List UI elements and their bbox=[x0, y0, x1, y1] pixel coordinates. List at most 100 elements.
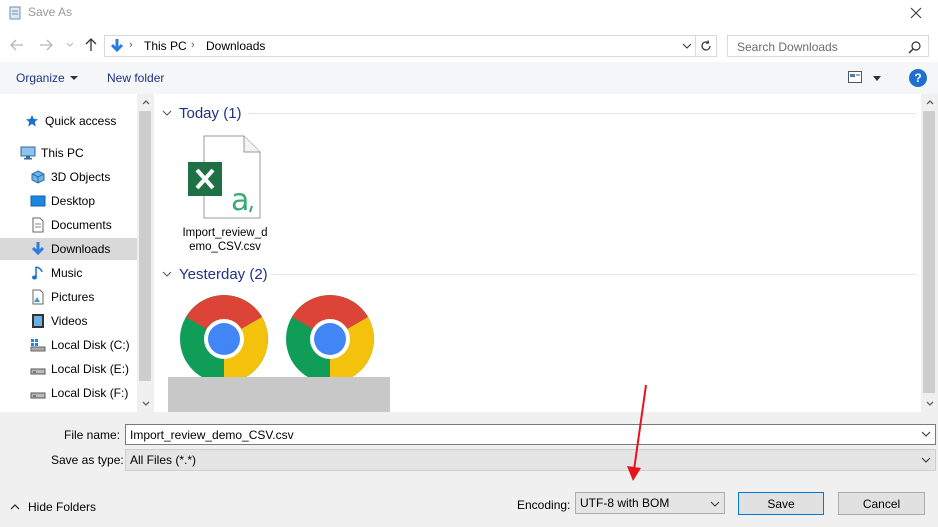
chevron-down-icon[interactable] bbox=[920, 454, 932, 466]
search-input[interactable]: Search Downloads bbox=[727, 35, 929, 57]
scroll-down-arrow-icon[interactable] bbox=[137, 395, 154, 412]
download-icon bbox=[110, 39, 124, 53]
breadcrumb-this-pc[interactable]: This PC bbox=[144, 39, 187, 53]
nav-item-documents[interactable]: Documents bbox=[0, 214, 137, 236]
back-arrow-icon bbox=[10, 39, 23, 51]
new-folder-button[interactable]: New folder bbox=[107, 71, 164, 85]
svg-text:a: a bbox=[231, 183, 249, 218]
scroll-thumb[interactable] bbox=[923, 111, 935, 393]
cube-icon bbox=[30, 169, 46, 185]
music-icon bbox=[30, 265, 46, 281]
breadcrumb-separator: › bbox=[129, 39, 133, 51]
encoding-label: Encoding: bbox=[517, 498, 571, 512]
nav-scrollbar[interactable] bbox=[137, 94, 154, 412]
nav-item-videos[interactable]: Videos bbox=[0, 310, 137, 332]
scroll-up-arrow-icon[interactable] bbox=[921, 94, 938, 111]
nav-item-local-disk-e[interactable]: Local Disk (E:) bbox=[0, 358, 137, 380]
nav-item-label: Desktop bbox=[51, 194, 96, 208]
cancel-button[interactable]: Cancel bbox=[838, 492, 925, 515]
view-dropdown-icon[interactable] bbox=[873, 76, 881, 81]
excel-csv-file-icon: a bbox=[188, 135, 261, 219]
nav-item-downloads[interactable]: Downloads bbox=[0, 238, 137, 260]
back-button[interactable] bbox=[8, 36, 26, 54]
search-placeholder: Search Downloads bbox=[737, 40, 838, 54]
close-icon bbox=[910, 7, 922, 19]
help-button[interactable]: ? bbox=[909, 69, 927, 87]
forward-button[interactable] bbox=[37, 36, 55, 54]
nav-item-label: Quick access bbox=[45, 114, 117, 128]
pictures-icon bbox=[30, 289, 46, 305]
save-options-panel: File name: Save as type: All Files (*.*)… bbox=[0, 412, 938, 527]
chevron-down-icon bbox=[66, 42, 74, 47]
file-list: Today (1) a Import_review_d emo_CSV.csv … bbox=[154, 94, 938, 412]
group-title: Yesterday (2) bbox=[179, 265, 268, 283]
organize-label: Organize bbox=[16, 71, 65, 85]
nav-item-desktop[interactable]: Desktop bbox=[0, 190, 137, 212]
video-icon bbox=[30, 313, 46, 329]
up-arrow-icon bbox=[85, 38, 97, 51]
group-title: Today (1) bbox=[179, 104, 242, 122]
chrome-file-icon bbox=[180, 295, 268, 383]
encoding-value: UTF-8 with BOM bbox=[580, 496, 670, 510]
nav-item-label: Documents bbox=[51, 218, 112, 232]
nav-item-this-pc[interactable]: This PC bbox=[0, 142, 137, 164]
organize-menu[interactable]: Organize bbox=[16, 71, 78, 85]
chevron-down-icon[interactable] bbox=[680, 39, 694, 53]
window-title: Save As bbox=[28, 5, 73, 19]
drive-icon bbox=[30, 361, 46, 377]
breadcrumb-downloads[interactable]: Downloads bbox=[206, 39, 265, 53]
view-options-icon[interactable] bbox=[848, 71, 862, 83]
notepad-icon bbox=[9, 6, 21, 20]
nav-item-label: This PC bbox=[41, 146, 84, 160]
refresh-button[interactable] bbox=[695, 36, 716, 56]
download-icon bbox=[30, 241, 46, 257]
recent-locations-button[interactable] bbox=[61, 36, 79, 54]
document-icon bbox=[30, 217, 46, 233]
address-row: › This PC › Downloads Search Downloads bbox=[0, 30, 938, 60]
encoding-select[interactable]: UTF-8 with BOM bbox=[575, 492, 725, 514]
nav-item-label: Downloads bbox=[51, 242, 111, 256]
nav-item-quick-access[interactable]: Quick access bbox=[0, 110, 137, 132]
save-type-value: All Files (*.*) bbox=[130, 453, 197, 467]
hide-folders-button[interactable]: Hide Folders bbox=[10, 500, 96, 514]
nav-item-label: Videos bbox=[51, 314, 88, 328]
chrome-file-icon bbox=[286, 295, 374, 383]
nav-item-3d-objects[interactable]: 3D Objects bbox=[0, 166, 137, 188]
up-button[interactable] bbox=[82, 36, 100, 54]
group-header-yesterday[interactable]: Yesterday (2) bbox=[162, 263, 268, 285]
monitor-icon bbox=[20, 145, 36, 161]
file-name-field[interactable] bbox=[125, 424, 936, 445]
file-name-label: File name: bbox=[64, 428, 121, 442]
nav-item-local-disk-c[interactable]: Local Disk (C:) bbox=[0, 334, 137, 356]
nav-item-label: Local Disk (C:) bbox=[51, 338, 130, 352]
chevron-down-icon bbox=[162, 110, 172, 116]
redaction-block bbox=[168, 377, 390, 412]
nav-item-local-disk-f[interactable]: Local Disk (F:) bbox=[0, 382, 137, 404]
nav-item-music[interactable]: Music bbox=[0, 262, 137, 284]
drive-icon bbox=[30, 385, 46, 401]
chevron-down-icon[interactable] bbox=[920, 428, 932, 440]
scroll-thumb[interactable] bbox=[139, 111, 151, 381]
nav-item-label: Local Disk (E:) bbox=[51, 362, 130, 376]
nav-item-label: 3D Objects bbox=[51, 170, 111, 184]
chevron-down-icon bbox=[162, 271, 172, 277]
chevron-down-icon[interactable] bbox=[709, 498, 721, 510]
command-bar: Organize New folder ? bbox=[0, 62, 938, 94]
desktop-icon bbox=[30, 193, 46, 209]
refresh-icon bbox=[701, 40, 711, 51]
nav-item-label: Music bbox=[51, 266, 83, 280]
hide-folders-label: Hide Folders bbox=[28, 500, 97, 514]
nav-item-label: Pictures bbox=[51, 290, 95, 304]
forward-arrow-icon bbox=[40, 39, 53, 51]
file-scrollbar[interactable] bbox=[921, 94, 938, 412]
close-button[interactable] bbox=[898, 0, 934, 26]
address-bar[interactable]: › This PC › Downloads bbox=[104, 35, 717, 57]
nav-item-pictures[interactable]: Pictures bbox=[0, 286, 137, 308]
save-type-select[interactable]: All Files (*.*) bbox=[125, 449, 936, 471]
title-bar: Save As bbox=[0, 0, 938, 28]
group-header-today[interactable]: Today (1) bbox=[162, 102, 242, 124]
save-button[interactable]: Save bbox=[738, 492, 824, 515]
scroll-down-arrow-icon[interactable] bbox=[921, 395, 938, 412]
scroll-up-arrow-icon[interactable] bbox=[137, 94, 154, 111]
breadcrumb-separator: › bbox=[191, 39, 195, 51]
